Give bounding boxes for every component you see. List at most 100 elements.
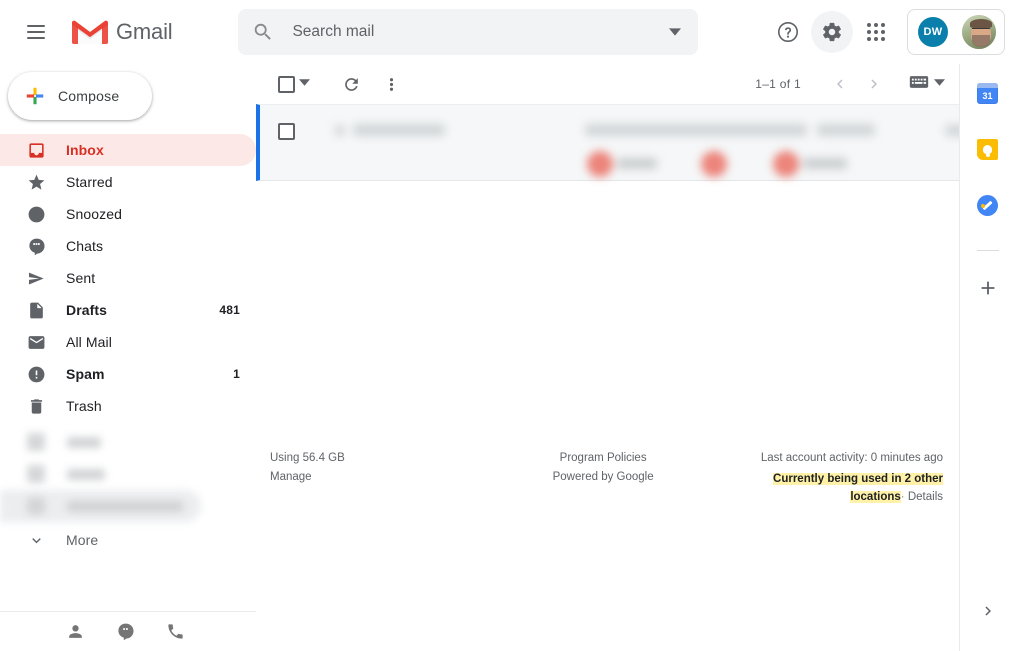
contacts-icon[interactable] [64,621,86,643]
envelope-icon [26,332,46,352]
sidebar-nav-list: Inbox Starred Snoozed Chats Sent Drafts … [0,134,256,556]
sidebar-item-count: 1 [233,367,240,381]
manage-storage-link[interactable]: Manage [270,471,492,483]
plus-icon[interactable] [977,277,999,299]
redacted-label-row[interactable] [0,458,256,490]
gmail-brand[interactable]: Gmail [70,17,173,47]
google-tasks-icon[interactable] [977,194,999,216]
app-header: Gmail Search mail DW [0,0,1015,64]
side-panel: 31 [959,64,1015,651]
header-actions: DW [767,9,1007,55]
rail-divider [976,250,999,251]
details-link[interactable]: Details [908,491,943,503]
row-checkbox[interactable] [278,123,295,140]
sidebar-item-trash[interactable]: Trash [0,390,256,422]
apps-grid-dots [867,23,885,41]
gear-icon[interactable] [811,11,853,53]
sidebar-item-label: Trash [66,398,102,414]
sidebar-item-count: 481 [219,303,240,317]
label-icon [27,433,45,451]
policies-info: Program Policies Powered by Google [492,452,714,507]
google-calendar-icon[interactable]: 31 [977,82,999,104]
sidebar-item-all-mail[interactable]: All Mail [0,326,256,358]
tasks-glyph [977,194,998,216]
chevron-right-icon[interactable] [976,599,1000,623]
sidebar-item-label: Sent [66,270,96,286]
redacted-label-row[interactable] [0,490,201,522]
help-icon[interactable] [767,11,809,53]
sidebar-item-snoozed[interactable]: Snoozed [0,198,256,230]
powered-by-google: Powered by Google [552,471,654,483]
checkbox-icon [278,75,295,93]
redacted-label-text [67,436,101,448]
select-all-checkbox[interactable] [274,71,314,97]
table-row[interactable] [256,104,959,181]
body-area: Compose Inbox Starred Snoozed Chats Sent… [0,64,1015,651]
search-input[interactable] [274,23,663,41]
gmail-logo-icon [72,20,108,44]
calendar-day: 31 [982,90,993,101]
sidebar-item-spam[interactable]: Spam 1 [0,358,256,390]
activity-info: Last account activity: 0 minutes ago Cur… [714,452,943,507]
avatar[interactable] [962,15,996,49]
apps-grid-icon[interactable] [855,11,897,53]
toolbar-left-group [274,67,408,101]
sidebar-item-inbox[interactable]: Inbox [0,134,256,166]
compose-button[interactable]: Compose [8,72,152,120]
sidebar-item-label: Drafts [66,302,108,318]
storage-usage: Using 56.4 GB [270,452,345,464]
label-icon [27,497,45,515]
program-policies-link[interactable]: Program Policies [560,452,647,464]
storage-info: Using 56.4 GB Manage [270,452,492,507]
sidebar: Compose Inbox Starred Snoozed Chats Sent… [0,64,256,651]
compose-container: Compose [0,64,256,134]
chevron-down-icon[interactable] [299,75,310,93]
send-icon [26,268,46,288]
sidebar-item-chats[interactable]: Chats [0,230,256,262]
sidebar-item-label: Inbox [66,142,104,158]
google-keep-icon[interactable] [977,138,999,160]
account-switcher[interactable]: DW [907,9,1005,55]
pagination-range: 1–1 of 1 [755,77,801,91]
redacted-labels-group [0,422,256,522]
search-options-icon[interactable] [662,19,688,45]
compose-label: Compose [58,88,120,104]
hamburger-menu-icon[interactable] [12,8,60,56]
account-initials-badge[interactable]: DW [918,17,948,47]
keep-glyph [977,138,998,160]
chevron-right-icon[interactable] [857,67,891,101]
sidebar-item-label: Chats [66,238,104,254]
info-footer: Using 56.4 GB Manage Program Policies Po… [256,452,959,507]
mail-toolbar: 1–1 of 1 [256,64,959,104]
activity-detail-line: Currently being used in 2 other location… [738,471,943,507]
spam-icon [26,364,46,384]
chevron-down-icon[interactable] [934,75,945,93]
more-vertical-icon[interactable] [374,67,408,101]
mail-main: 1–1 of 1 Using 56.4 GB Manage Program Po… [256,64,959,651]
chat-icon [26,236,46,256]
chevron-down-icon [26,530,46,550]
sidebar-item-more[interactable]: More [0,524,256,556]
search-box[interactable] [238,9,699,55]
refresh-icon[interactable] [334,67,368,101]
draft-icon [26,300,46,320]
brand-title: Gmail [116,19,173,44]
sidebar-item-drafts[interactable]: Drafts 481 [0,294,256,326]
star-icon [26,172,46,192]
sidebar-item-starred[interactable]: Starred [0,166,256,198]
trash-icon [26,396,46,416]
sidebar-item-label: All Mail [66,334,112,350]
last-account-activity: Last account activity: 0 minutes ago [760,452,943,464]
keyboard-icon [909,75,929,94]
inbox-icon [26,140,46,160]
sidebar-footer [0,611,256,651]
chevron-left-icon[interactable] [823,67,857,101]
hangouts-icon[interactable] [114,621,136,643]
phone-icon[interactable] [164,621,186,643]
mail-list: Using 56.4 GB Manage Program Policies Po… [256,104,959,651]
redacted-label-row[interactable] [0,426,256,458]
sidebar-item-label: Spam [66,366,105,382]
input-tools-button[interactable] [909,75,945,94]
sidebar-item-sent[interactable]: Sent [0,262,256,294]
